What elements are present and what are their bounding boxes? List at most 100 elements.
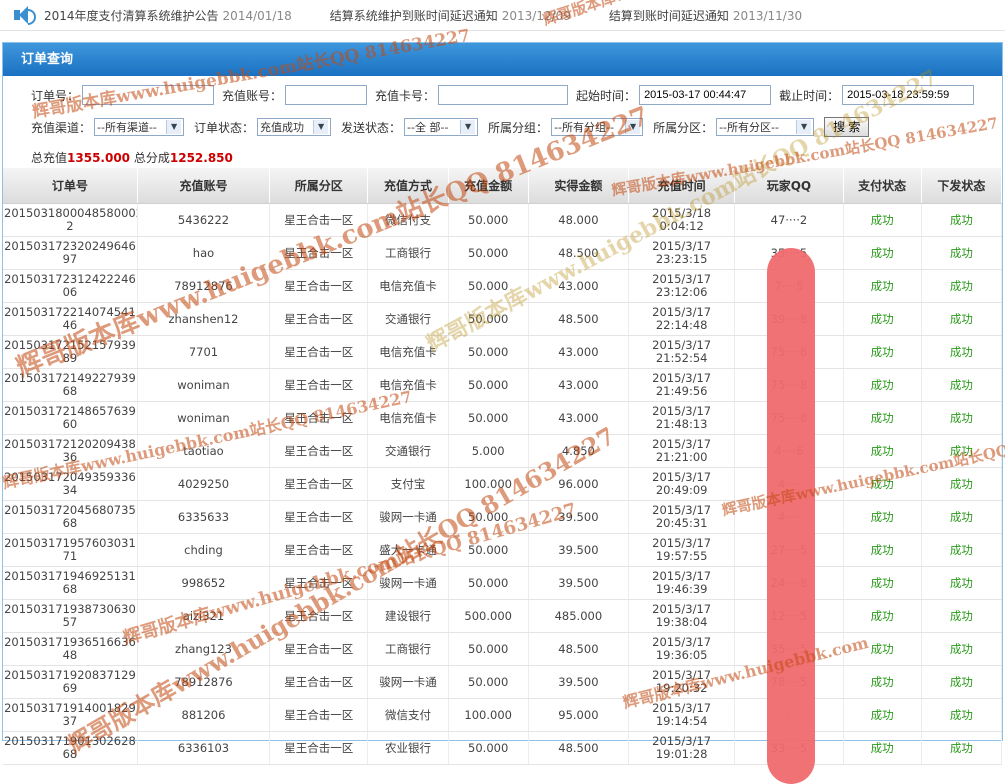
notice-date: 2013/11/30 [732,8,803,23]
table-row[interactable]: 201503171914001829 37 881206 星王合击一区 微信支付 100… [3,698,1003,732]
table-cell: 5.000 [448,434,529,468]
table-cell: 50.000 [448,566,529,600]
table-cell: 201503171920837129 69 [3,665,138,699]
end-time-label: 截止时间： [779,88,840,103]
column-header: 支付状态 [843,168,922,204]
channel-select-value: --所有渠道-- [97,121,157,134]
card-input[interactable] [438,85,569,105]
table-cell: 201503171914001829 37 [3,698,138,732]
table-cell: 6335633 [137,500,271,534]
table-cell: 201503171957603031 71 [3,533,138,567]
table-cell: 50.000 [448,302,529,336]
channel-select[interactable]: --所有渠道-- ▼ [94,118,185,136]
table-cell: 2015/3/17 20:45:31 [628,500,736,534]
notice-title[interactable]: 结算到账时间延迟通知 [609,9,729,23]
table-cell: 星王合击一区 [269,236,369,270]
zone-select[interactable]: --所有分区-- ▼ [716,118,815,136]
table-cell: 成功 [921,500,1003,534]
table-row[interactable]: 201503172120209438 36 taotiao 星王合击一区 交通银行 5.… [3,434,1003,468]
start-time-input[interactable] [639,85,772,105]
notice-link[interactable]: 结算到账时间延迟通知 2013/11/30 [609,7,802,24]
column-header: 所属分区 [269,168,369,204]
notice-title[interactable]: 结算系统维护到账时间延迟通知 [330,9,498,23]
table-cell: 成功 [843,236,922,270]
table-cell: 43.000 [528,269,630,303]
table-cell: 78912876 [137,269,271,303]
table-row[interactable]: 201503172149227939 68 woniman 星王合击一区 电信充值卡 5… [3,368,1003,402]
table-row[interactable]: 201503171936516636 48 zhang123 星王合击一区 工商银行 5… [3,632,1003,666]
table-cell: 4.850 [528,434,630,468]
order-status-select-value: 充值成功 [260,121,305,134]
card-label: 充值卡号： [375,88,436,103]
table-cell: 2015/3/17 21:52:54 [628,335,736,369]
group-select-value: --所有分组-- [554,121,614,134]
order-no-input[interactable] [82,85,215,105]
table-cell: 星王合击一区 [269,566,369,600]
table-row[interactable]: 2015031800048580002 2 5436222 星王合击一区 微信付支 50… [3,203,1003,237]
table-cell: 电信充值卡 [367,368,449,402]
table-cell: 成功 [843,269,922,303]
total-recharge-label: 总充值 [31,151,68,165]
table-row[interactable]: 201503171946925131 68 998652 星王合击一区 骏网一卡通 50… [3,566,1003,600]
table-cell: 96.000 [528,467,630,501]
table-row[interactable]: 201503171901302628 68 6336103 星王合击一区 农业银行 50… [3,731,1003,765]
group-select[interactable]: --所有分组-- ▼ [551,118,644,136]
table-cell: 成功 [921,632,1003,666]
table-cell: 成功 [843,335,922,369]
table-cell: 成功 [921,434,1003,468]
notice-link[interactable]: 结算系统维护到账时间延迟通知 2013/12/09 [330,7,571,24]
table-cell: 201503171936516636 48 [3,632,138,666]
table-cell: 成功 [843,500,922,534]
table-cell: 盛大一卡通 [367,533,449,567]
table-cell: 50.000 [448,731,529,765]
order-status-select[interactable]: 充值成功 ▼ [257,118,332,136]
table-row[interactable]: 201503171938730630 57 aizi321 星王合击一区 建设银行 50… [3,599,1003,633]
table-row[interactable]: 201503172148657639 60 woniman 星王合击一区 电信充值卡 5… [3,401,1003,435]
table-cell: 48.500 [528,731,630,765]
table-cell: 48.000 [528,203,630,237]
table-cell: 建设银行 [367,599,449,633]
table-cell: 39.500 [528,533,630,567]
chevron-down-icon: ▼ [625,120,641,134]
group-label: 所属分组： [488,120,549,135]
table-row[interactable]: 201503172214074541 46 zhanshen12 星王合击一区 交通银… [3,302,1003,336]
table-cell: 电信充值卡 [367,269,449,303]
end-time-input[interactable] [842,85,975,105]
table-cell: 201503172120209438 36 [3,434,138,468]
table-cell: 50.000 [448,632,529,666]
account-input[interactable] [285,85,368,105]
table-cell: 50.000 [448,533,529,567]
table-cell: hao [137,236,271,270]
table-row[interactable]: 201503171920837129 69 78912876 星王合击一区 骏网一卡通… [3,665,1003,699]
table-cell: 成功 [921,533,1003,567]
table-cell: 48.500 [528,632,630,666]
send-status-select[interactable]: --全 部-- ▼ [404,118,479,136]
notice-link[interactable]: 2014年度支付清算系统维护公告 2014/01/18 [44,7,292,24]
chevron-down-icon: ▼ [796,120,812,134]
search-button[interactable]: 搜 索 [824,117,870,137]
table-cell: 骏网一卡通 [367,500,449,534]
table-cell: 78912876 [137,665,271,699]
table-cell: 星王合击一区 [269,731,369,765]
table-row[interactable]: 201503172312422246 06 78912876 星王合击一区 电信充值卡… [3,269,1003,303]
table-cell: 星王合击一区 [269,434,369,468]
table-row[interactable]: 201503172045680735 68 6335633 星王合击一区 骏网一卡通 5… [3,500,1003,534]
table-row[interactable]: 201503172049359336 34 4029250 星王合击一区 支付宝 100… [3,467,1003,501]
table-cell: 成功 [921,236,1003,270]
table-cell: 成功 [921,269,1003,303]
table-cell: 201503171901302628 68 [3,731,138,765]
table-cell: 星王合击一区 [269,599,369,633]
column-header: 充值方式 [367,168,449,204]
table-cell: 骏网一卡通 [367,665,449,699]
table-row[interactable]: 201503172152157939 89 7701 星王合击一区 电信充值卡 50.0… [3,335,1003,369]
column-header: 充值账号 [137,168,271,204]
table-cell: 成功 [843,533,922,567]
table-cell: 50.000 [448,500,529,534]
zone-select-value: --所有分区-- [719,121,779,134]
table-cell: 成功 [921,731,1003,765]
table-cell: 2015/3/18 0:04:12 [628,203,736,237]
table-row[interactable]: 201503171957603031 71 chding 星王合击一区 盛大一卡通 50… [3,533,1003,567]
table-row[interactable]: 201503172320249646 97 hao 星王合击一区 工商银行 50.000… [3,236,1003,270]
notice-title[interactable]: 2014年度支付清算系统维护公告 [44,9,219,23]
table-cell: 2015/3/17 20:49:09 [628,467,736,501]
